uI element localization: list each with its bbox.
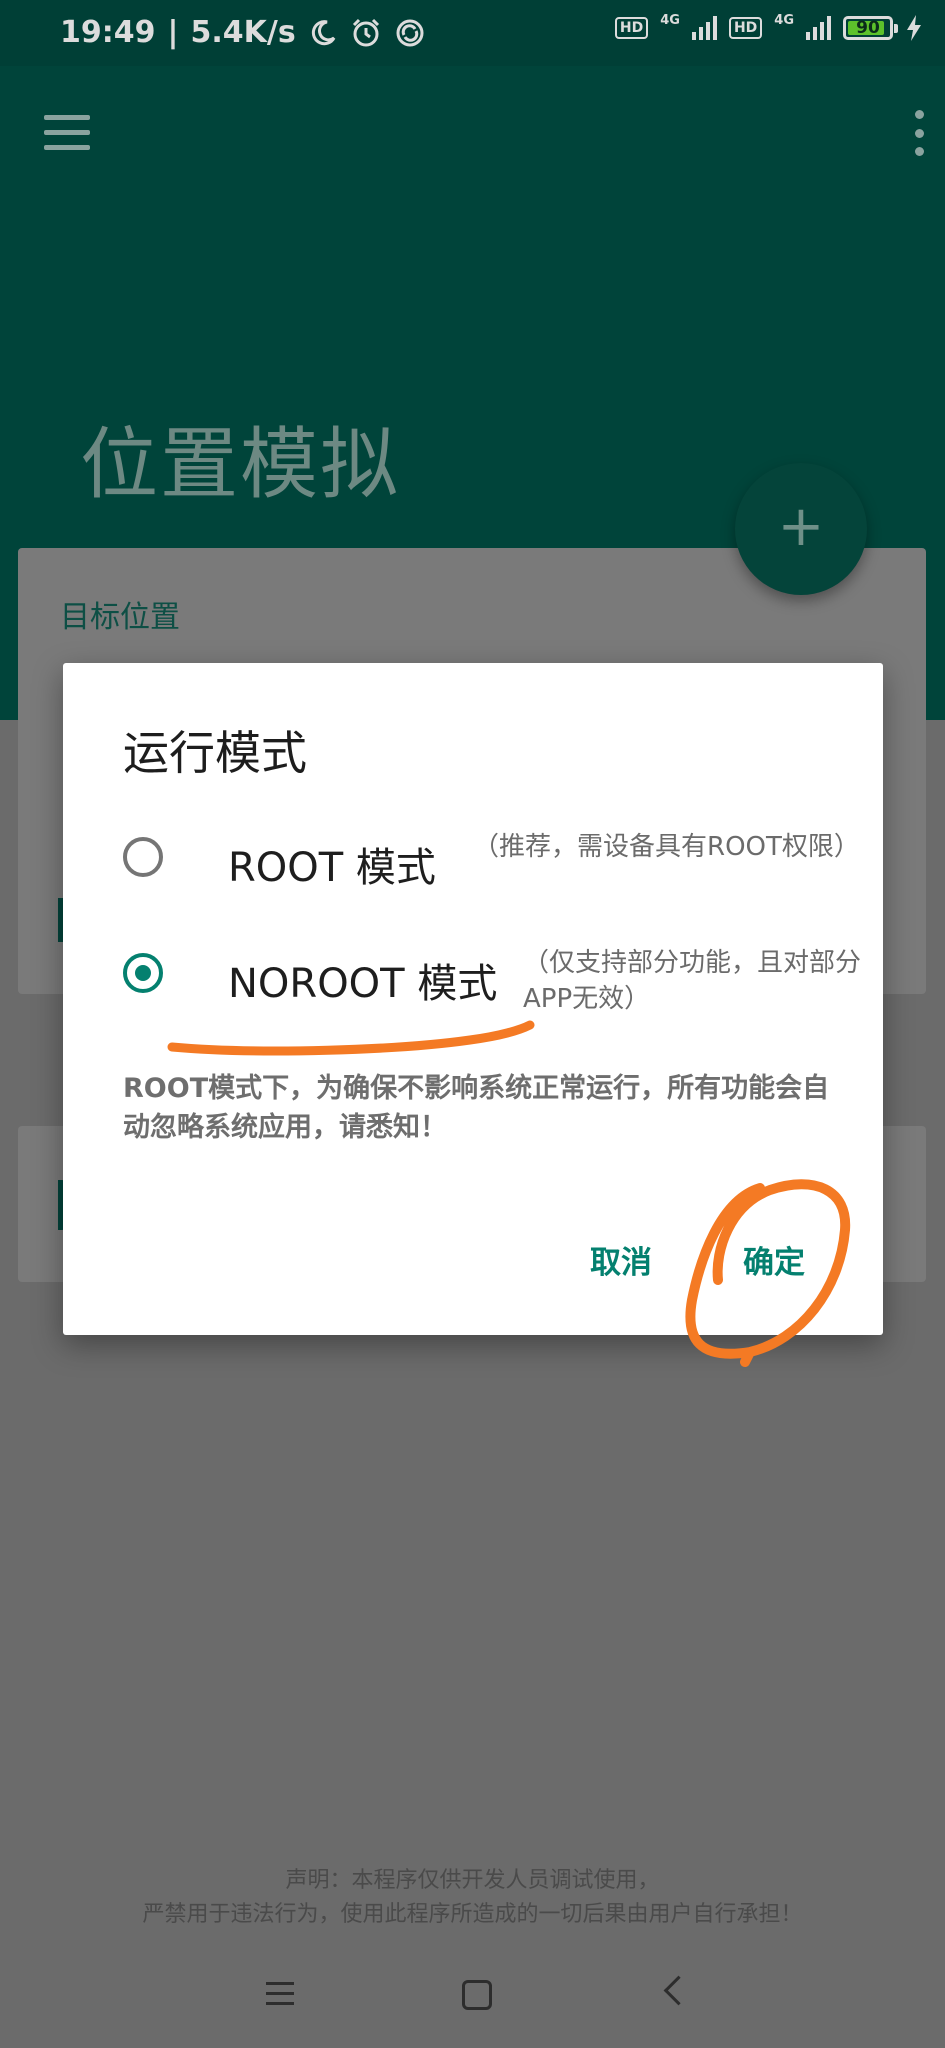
page-title: 位置模拟 [80,420,401,510]
alarm-icon [352,18,379,46]
system-nav-bar [0,1944,945,2048]
hd-badge-2: HD [728,17,763,39]
hamburger-menu-icon[interactable] [44,115,90,151]
network-type: 4G [660,12,680,28]
recents-nav-icon[interactable] [266,1982,294,2012]
battery-level: 90 [856,18,880,38]
more-vert-icon[interactable] [911,110,927,156]
option-description: （仅支持部分功能，且对部分APP无效） [523,948,862,1014]
run-mode-dialog: 运行模式 ROOT 模式 （推荐，需设备具有ROOT权限） NOROOT 模式 … [63,663,883,1335]
signal-icon-2 [806,16,831,40]
card-title: 目标位置 [60,600,180,635]
confirm-button[interactable]: 确定 [743,1237,805,1282]
option-label: NOROOT 模式 [228,961,498,1007]
status-net-speed: 5.4K/s [190,15,296,50]
radio-checked-icon[interactable] [123,953,163,993]
status-separator: | [167,15,179,50]
dialog-note: ROOT模式下，为确保不影响系统正常运行，所有功能会自动忽略系统应用，请悉知！ [123,1073,830,1143]
cancel-button[interactable]: 取消 [590,1237,652,1282]
home-nav-icon[interactable] [462,1980,492,2010]
network-type-2: 4G [774,12,794,28]
sync-icon [396,19,424,46]
signal-icon [691,16,717,40]
dialog-title: 运行模式 [123,726,307,780]
add-fab-button[interactable]: + [735,463,867,595]
battery-icon: 90 [843,16,898,40]
disclaimer-line-2: 严禁用于违法行为，使用此程序所造成的一切后果由用户自行承担！ [142,1902,803,1927]
status-time: 19:49 [60,15,156,50]
hd-badge: HD [614,17,649,39]
charging-icon [907,15,921,41]
radio-unchecked-icon[interactable] [123,837,163,877]
option-description: （推荐，需设备具有ROOT权限） [473,832,860,862]
moon-icon [311,19,335,45]
option-label: ROOT 模式 [228,845,436,891]
disclaimer-line-1: 声明：本程序仅供开发人员调试使用， [285,1868,660,1893]
back-nav-icon[interactable] [663,1975,694,2006]
status-bar: 19:49 | 5.4K/s HD 4G HD 4G 90 [0,0,945,66]
